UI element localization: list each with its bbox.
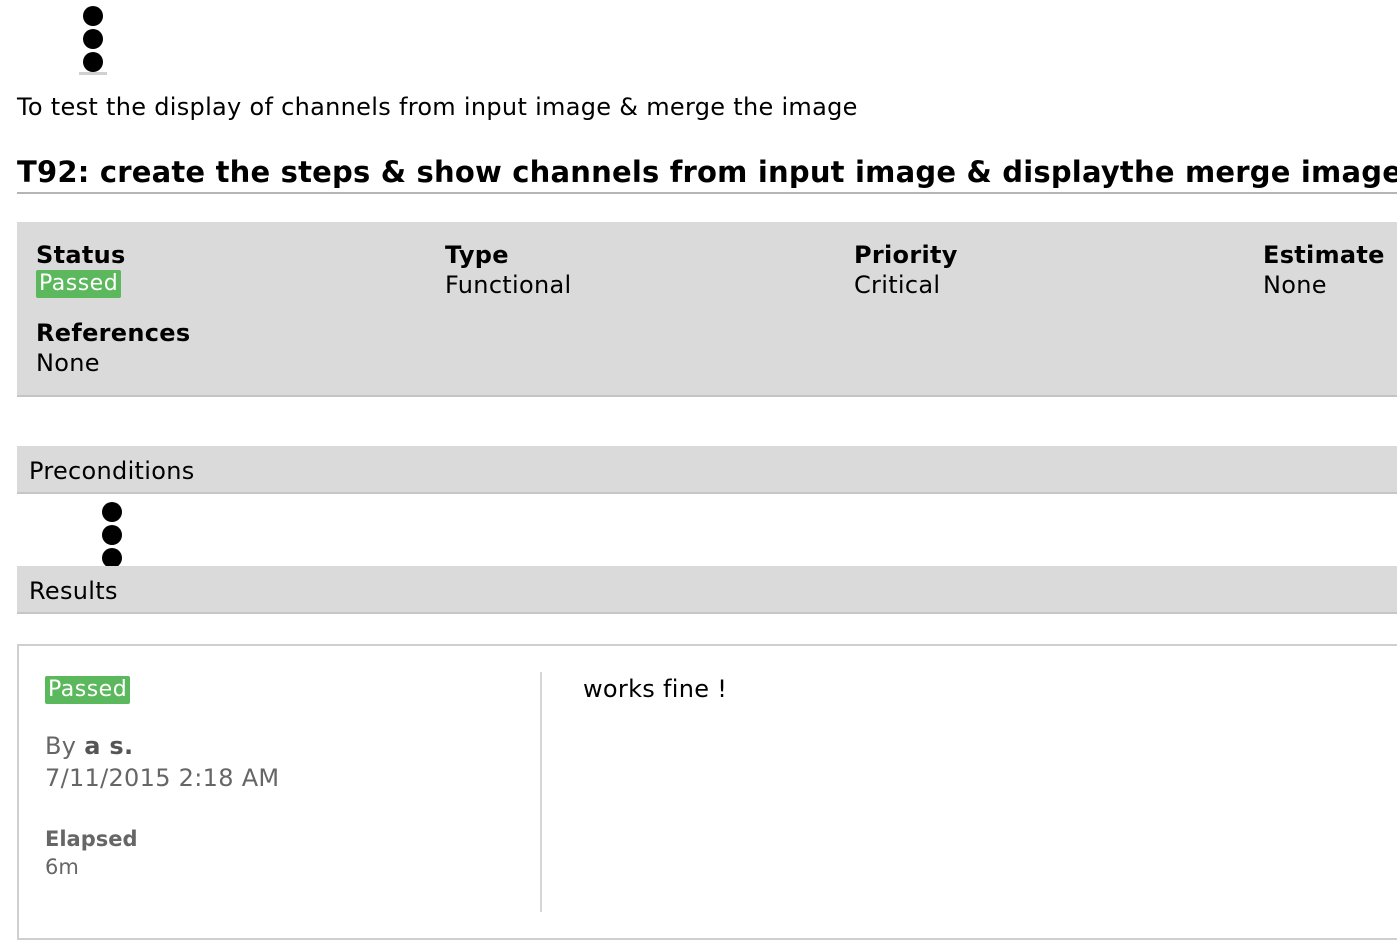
by-prefix: By <box>45 732 77 760</box>
result-meta: Passed By a s. 7/11/2015 2:18 AM Elapsed… <box>45 676 279 880</box>
preconditions-header[interactable]: Preconditions <box>17 446 1397 494</box>
test-info-panel: Status Passed Type Functional Priority C… <box>17 222 1397 397</box>
type-value: Functional <box>445 271 572 299</box>
elapsed-value: 6m <box>45 855 79 879</box>
loading-dots-icon <box>79 6 107 75</box>
status-badge: Passed <box>36 270 122 298</box>
result-date: 7/11/2015 2:18 AM <box>45 764 280 792</box>
type-label: Type <box>445 241 509 269</box>
status-label: Status <box>36 241 126 269</box>
loading-dots-icon <box>102 502 122 571</box>
results-header[interactable]: Results <box>17 566 1397 614</box>
estimate-field: Estimate None <box>1263 240 1385 300</box>
priority-value: Critical <box>854 271 941 299</box>
result-comment: works fine ! <box>583 675 728 703</box>
test-description: To test the display of channels from inp… <box>17 93 858 121</box>
result-status-badge: Passed <box>45 676 131 704</box>
status-field: Status Passed <box>36 240 126 298</box>
estimate-value: None <box>1263 271 1327 299</box>
elapsed-label: Elapsed <box>45 827 138 851</box>
priority-field: Priority Critical <box>854 240 958 300</box>
page-title: T92: create the steps & show channels fr… <box>17 155 1397 194</box>
estimate-label: Estimate <box>1263 241 1385 269</box>
references-label: References <box>36 319 191 347</box>
type-field: Type Functional <box>445 240 571 300</box>
result-author: By a s. <box>45 730 279 762</box>
author-name[interactable]: a s. <box>84 732 133 760</box>
result-divider <box>540 672 542 912</box>
references-field: References None <box>36 318 190 378</box>
references-value: None <box>36 349 100 377</box>
result-entry: Passed By a s. 7/11/2015 2:18 AM Elapsed… <box>17 644 1397 940</box>
priority-label: Priority <box>854 241 958 269</box>
